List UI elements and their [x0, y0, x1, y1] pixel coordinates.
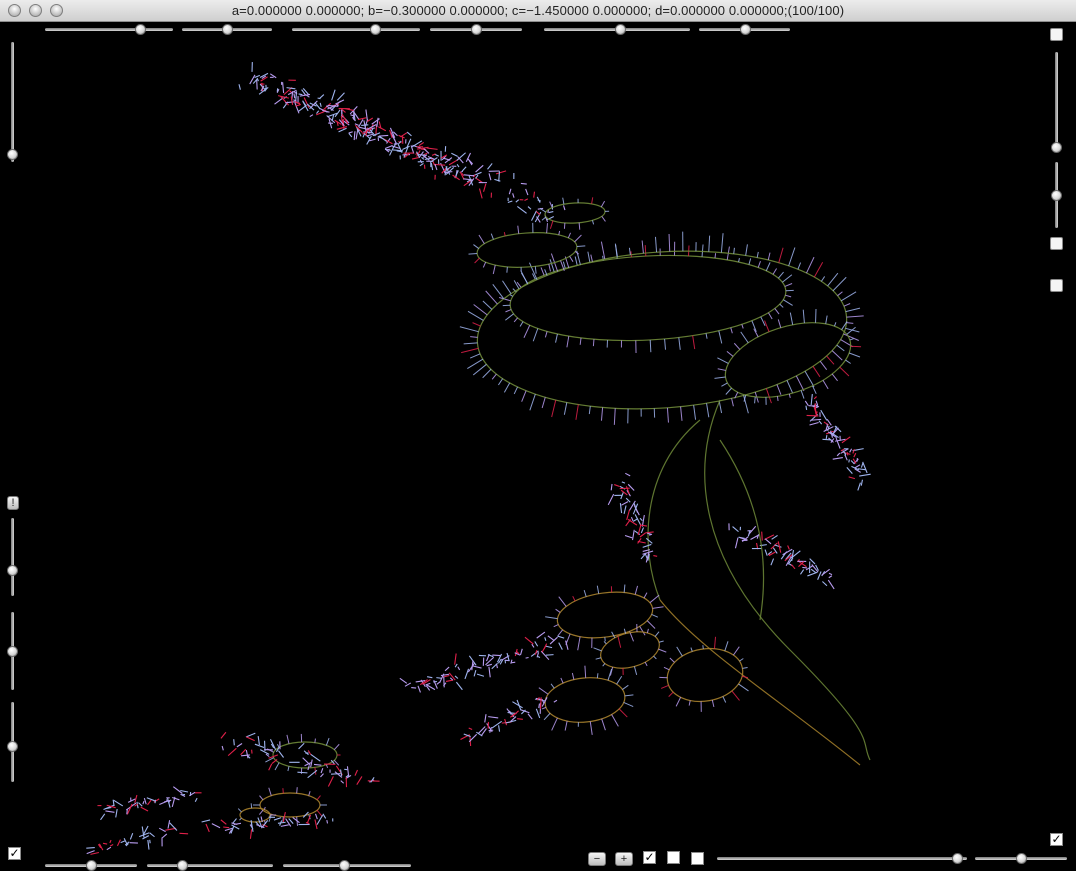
slider-knob[interactable]	[739, 24, 751, 35]
slider-knob[interactable]	[471, 24, 482, 35]
minus-icon: −	[593, 853, 601, 865]
fractal-loop	[498, 241, 794, 354]
right-checkbox[interactable]: ✓	[1050, 833, 1063, 846]
fractal-filament	[804, 393, 871, 491]
check-mark: ✓	[1051, 832, 1062, 846]
zoom-out-button[interactable]: −	[588, 852, 606, 866]
left-checkbox[interactable]: ✓	[8, 847, 21, 860]
slider-knob[interactable]	[614, 24, 626, 35]
bottom-checkbox-1[interactable]: ✓	[643, 851, 656, 864]
fractal-filament	[97, 786, 202, 821]
slider-knob[interactable]	[177, 860, 189, 871]
info-button[interactable]: !	[7, 496, 19, 510]
slider-knob[interactable]	[1051, 142, 1062, 153]
fractal-curve	[719, 439, 765, 621]
right-square-button-3[interactable]	[1050, 279, 1063, 292]
param-c-imag-slider[interactable]	[699, 24, 790, 35]
fractal-loop	[534, 665, 634, 735]
param-b-real-slider[interactable]	[292, 24, 420, 35]
right-slider-1[interactable]	[1051, 52, 1062, 153]
fractal-loop	[539, 197, 610, 230]
fractal-filament	[399, 631, 569, 693]
right-square-button-2[interactable]	[1050, 237, 1063, 250]
fractal-filament	[86, 820, 189, 855]
right-slider-2[interactable]	[1051, 162, 1062, 228]
fractal-loop	[265, 733, 341, 775]
slider-knob[interactable]	[1016, 853, 1027, 864]
bottom-right-slider[interactable]	[975, 853, 1067, 864]
bottom-checkbox-2[interactable]	[667, 851, 680, 864]
check-mark: ✓	[644, 850, 655, 864]
left-slider-2[interactable]	[7, 612, 18, 690]
fractal-loop	[468, 222, 586, 275]
bottom-slider-3[interactable]	[283, 860, 411, 871]
bottom-slider-2[interactable]	[147, 860, 273, 871]
right-square-button-1[interactable]	[1050, 28, 1063, 41]
param-b-imag-slider[interactable]	[430, 24, 522, 35]
left-slider-1[interactable]	[7, 518, 18, 596]
fractal-curve	[647, 419, 701, 601]
bottom-slider-1[interactable]	[45, 860, 137, 871]
plus-icon: +	[620, 853, 628, 865]
slider-knob[interactable]	[952, 853, 963, 864]
fractal-loop	[659, 636, 749, 712]
slider-knob[interactable]	[86, 860, 97, 871]
left-slider-top[interactable]	[7, 42, 18, 162]
iterations-slider[interactable]	[717, 853, 967, 864]
param-c-real-slider[interactable]	[544, 24, 690, 35]
fractal-loop	[545, 584, 664, 651]
param-a-real-slider[interactable]	[45, 24, 173, 35]
slider-knob[interactable]	[339, 860, 351, 871]
fractal-canvas[interactable]	[0, 22, 1076, 871]
fractal-filament	[293, 92, 566, 223]
zoom-in-button[interactable]: +	[615, 852, 633, 866]
window-title: a=0.000000 0.000000; b=−0.300000 0.00000…	[231, 3, 845, 18]
fractal-filament	[460, 697, 558, 747]
check-mark: ✓	[9, 846, 20, 860]
slider-knob[interactable]	[7, 565, 18, 577]
slider-knob[interactable]	[222, 24, 233, 35]
slider-knob[interactable]	[1051, 190, 1062, 201]
fractal-loop	[714, 309, 862, 405]
param-a-imag-slider[interactable]	[182, 24, 272, 35]
left-slider-3[interactable]	[7, 702, 18, 782]
slider-knob[interactable]	[7, 741, 18, 752]
fractal-filament	[728, 523, 835, 590]
bottom-checkbox-3[interactable]	[691, 852, 704, 865]
fractal-filament	[607, 472, 658, 563]
title-bar: a=0.000000 0.000000; b=−0.300000 0.00000…	[0, 0, 1076, 22]
slider-knob[interactable]	[134, 24, 146, 35]
fractal-curve	[659, 599, 861, 766]
slider-knob[interactable]	[7, 646, 18, 657]
slider-knob[interactable]	[7, 148, 18, 160]
slider-knob[interactable]	[370, 24, 382, 35]
info-label: !	[11, 497, 15, 509]
fractal-filament	[201, 811, 334, 839]
fractal-filament	[220, 731, 380, 788]
fractal-plot	[86, 62, 871, 855]
